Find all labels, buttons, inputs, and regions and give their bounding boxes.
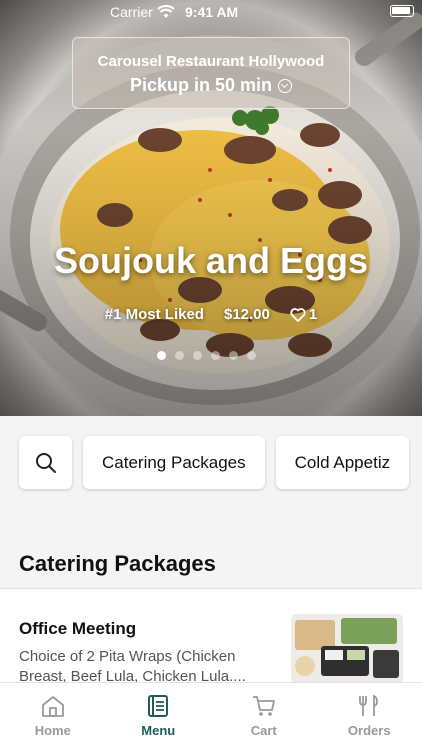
featured-item-price: $12.00 (223, 306, 270, 323)
tab-menu[interactable]: Menu (106, 683, 212, 750)
heart-icon (290, 307, 306, 322)
carousel-dot[interactable] (193, 351, 202, 360)
fork-knife-icon (359, 694, 379, 716)
section-header: Catering Packages (0, 551, 422, 589)
menu-item-image (291, 614, 403, 684)
search-icon (36, 453, 56, 473)
tab-cart[interactable]: Cart (211, 683, 317, 750)
carousel-indicator[interactable] (157, 351, 256, 360)
featured-item-title: Soujouk and Eggs (53, 240, 368, 281)
battery-icon (390, 5, 414, 17)
category-chip-cold-appetizers[interactable]: Cold Appetiz (275, 436, 410, 489)
likes-count[interactable]: 1 (290, 306, 317, 323)
menu-book-icon (148, 695, 169, 717)
menu-item-description: Choice of 2 Pita Wraps (Chicken Breast, … (19, 648, 246, 685)
search-button[interactable] (19, 436, 72, 489)
carousel-dot[interactable] (211, 351, 220, 360)
carousel-dot[interactable] (157, 351, 166, 360)
likes-number: 1 (308, 306, 318, 323)
most-liked-badge: #1 Most Liked (104, 306, 204, 323)
hero-banner[interactable]: Carrier 9:41 AM Carousel Restaurant Holl… (0, 0, 422, 416)
section-title: Catering Packages (19, 551, 216, 576)
tab-cart-label: Cart (250, 723, 277, 738)
menu-item-name: Office Meeting (19, 619, 137, 638)
carousel-dot[interactable] (175, 351, 184, 360)
pickup-time-label: Pickup in 50 min (129, 75, 273, 95)
tab-orders[interactable]: Orders (317, 683, 422, 750)
status-bar: Carrier 9:41 AM (0, 0, 422, 24)
restaurant-name: Carousel Restaurant Hollywood (97, 53, 325, 70)
tab-menu-label: Menu (141, 723, 176, 738)
chevron-down-icon (278, 78, 293, 93)
cart-icon (252, 696, 275, 716)
carousel-dot[interactable] (229, 351, 238, 360)
tab-home[interactable]: Home (0, 683, 106, 750)
carousel-dot[interactable] (247, 351, 256, 360)
category-scroller[interactable]: Catering Packages Cold Appetiz (19, 436, 410, 489)
featured-item-meta: #1 Most Liked $12.00 1 (0, 306, 422, 323)
category-chip-catering[interactable]: Catering Packages (83, 436, 265, 489)
tab-home-label: Home (34, 723, 71, 738)
category-bar: Catering Packages Cold Appetiz (0, 416, 422, 551)
pickup-time: Pickup in 50 min (129, 75, 293, 96)
carrier-label: Carrier (110, 4, 153, 20)
home-icon (41, 696, 64, 717)
pickup-selector[interactable]: Carousel Restaurant Hollywood Pickup in … (72, 37, 350, 109)
clock-time: 9:41 AM (185, 4, 239, 20)
bottom-tab-bar: Home Menu Cart Orders (0, 682, 422, 750)
menu-item[interactable]: Office Meeting Choice of 2 Pita Wraps (C… (0, 590, 422, 690)
tab-orders-label: Orders (347, 723, 391, 738)
wifi-icon (157, 5, 175, 18)
